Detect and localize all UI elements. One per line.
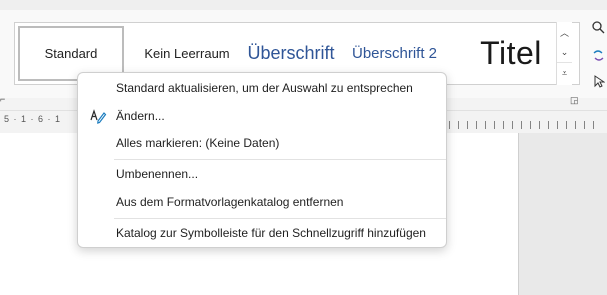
style-titel-label: Titel (480, 35, 542, 71)
context-menu: Standard aktualisieren, um der Auswahl z… (77, 72, 447, 248)
menu-item-select-all[interactable]: Alles markieren: (Keine Daten) (78, 130, 446, 156)
menu-item-label: Aus dem Formatvorlagenkatalog entfernen (116, 195, 344, 209)
menu-item-label: Katalog zur Symbolleiste für den Schnell… (116, 226, 426, 240)
find-button[interactable] (590, 18, 607, 36)
edit-style-icon (88, 106, 108, 126)
styles-dialog-launcher[interactable]: ◲ (570, 95, 579, 106)
menu-item-add-to-quick-access[interactable]: Katalog zur Symbolleiste für den Schnell… (78, 220, 446, 246)
menu-item-label: Ändern... (116, 109, 165, 123)
ruler-numbers: 5 · 1 · 6 · 1 (4, 114, 62, 124)
group-launcher-left[interactable]: ⌐ (0, 94, 5, 104)
menu-item-modify[interactable]: Ändern... (78, 103, 446, 129)
menu-item-label: Alles markieren: (Keine Daten) (116, 136, 280, 150)
menu-item-remove-from-gallery[interactable]: Aus dem Formatvorlagenkatalog entfernen (78, 189, 446, 215)
ruler-ticks (440, 121, 600, 129)
search-icon (592, 20, 605, 33)
style-titel[interactable]: Titel (461, 23, 561, 84)
gallery-scroll-up-button[interactable]: ︿ (557, 22, 572, 42)
ribbon-top-strip (0, 0, 607, 10)
style-kein-leerraum-label: Kein Leerraum (144, 46, 230, 61)
style-ueberschrift-label: Überschrift (247, 43, 335, 63)
replace-button[interactable] (590, 46, 607, 64)
menu-item-rename[interactable]: Umbenennen... (78, 161, 446, 187)
menu-separator (114, 159, 446, 160)
style-standard-label: Standard (44, 46, 98, 61)
menu-item-update-standard[interactable]: Standard aktualisieren, um der Auswahl z… (78, 75, 446, 101)
dialog-launcher-icon: ◲ (570, 95, 579, 105)
select-button[interactable] (590, 72, 607, 90)
gallery-more-button[interactable]: ⩡ (557, 62, 572, 83)
gallery-scroll-down-button[interactable]: ⌄ (557, 42, 572, 62)
gallery-scroll: ︿ ⌄ ⩡ (556, 22, 572, 85)
editing-tools (590, 14, 607, 94)
menu-item-label: Umbenennen... (116, 167, 199, 181)
replace-icon (593, 49, 604, 61)
cursor-arrow-icon (594, 74, 605, 88)
expand-gallery-icon: ⩡ (561, 67, 568, 78)
dialog-launcher-icon: ⌐ (0, 94, 6, 104)
menu-item-label: Standard aktualisieren, um der Auswahl z… (116, 81, 413, 95)
menu-separator (114, 218, 446, 219)
chevron-up-icon: ︿ (559, 27, 569, 38)
chevron-down-icon: ⌄ (560, 46, 569, 57)
style-ueberschrift-2-label: Überschrift 2 (351, 45, 438, 62)
